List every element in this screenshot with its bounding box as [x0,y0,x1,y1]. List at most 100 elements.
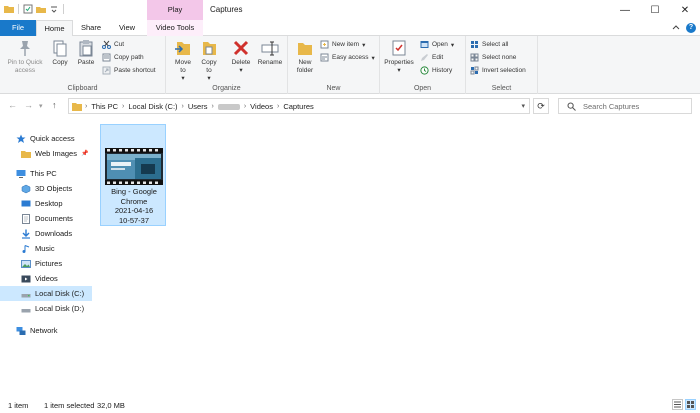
customize-qat-icon[interactable] [49,4,59,14]
new-folder-icon[interactable] [36,4,46,14]
tab-file[interactable]: File [0,20,36,36]
tab-home[interactable]: Home [36,20,73,37]
history-label: History [432,67,453,74]
back-arrow-icon[interactable]: ← [8,100,17,110]
sidebar-item-network[interactable]: Network [0,323,92,338]
sidebar-item-quick-access[interactable]: Quick access [0,131,92,146]
help-icon[interactable]: ? [686,23,696,33]
sidebar-item-label: 3D Objects [35,184,73,193]
paste-button[interactable]: Paste [74,39,98,67]
sidebar-item-label: Videos [35,274,58,283]
copy-to-button[interactable]: Copy to ▾ [198,39,220,83]
cut-button[interactable]: Cut [102,40,124,49]
easy-access-button[interactable]: Easy access ▾ [320,53,375,62]
address-bar[interactable]: › This PC › Local Disk (C:) › Users › › … [68,98,530,114]
forward-arrow-icon[interactable]: → [24,100,33,110]
paste-icon [79,40,93,57]
up-arrow-icon[interactable]: ↑ [52,100,57,110]
window-title: Captures [210,5,243,14]
tab-video-tools[interactable]: Video Tools [147,20,203,36]
select-all-button[interactable]: Select all [470,40,508,49]
breadcrumb-videos[interactable]: Videos [250,102,273,111]
new-item-icon [320,40,329,49]
history-button[interactable]: History [420,66,452,75]
sidebar-item-music[interactable]: Music [0,241,92,256]
sidebar-item-local-disk-d[interactable]: Local Disk (D:) [0,301,92,316]
cube-icon [21,184,31,193]
new-item-button[interactable]: New item ▾ [320,40,365,49]
drive-icon [21,308,31,312]
paste-shortcut-label: Paste shortcut [114,67,156,74]
maximize-button[interactable]: ☐ [640,0,670,20]
quick-access-toolbar [4,4,65,14]
copy-button[interactable]: Copy [49,39,71,67]
selection-count: 1 item selected [44,401,95,410]
divider [18,4,19,14]
minimize-button[interactable]: — [610,0,640,20]
invert-selection-label: Invert selection [482,67,526,74]
divider [63,4,64,14]
large-icons-view-button[interactable] [685,399,696,410]
properties-button[interactable]: Properties ▾ [384,39,414,75]
breadcrumb-separator-icon: › [276,103,280,110]
breadcrumb-captures[interactable]: Captures [283,102,313,111]
refresh-button[interactable]: ⟳ [533,98,549,114]
invert-selection-button[interactable]: Invert selection [470,66,526,75]
move-to-button[interactable]: Move to ▾ [172,39,194,83]
sidebar-item-label: Quick access [30,134,75,143]
delete-button[interactable]: Delete ▾ [229,39,253,75]
download-icon [22,229,30,239]
sidebar-item-label: Network [30,326,58,335]
breadcrumb-local-disk-c[interactable]: Local Disk (C:) [128,102,177,111]
chevron-down-icon: ▾ [450,41,455,49]
documents-icon [22,213,30,224]
network-icon [16,326,26,335]
tab-share[interactable]: Share [74,20,108,36]
drive-icon [21,293,31,297]
breadcrumb-users[interactable]: Users [188,102,208,111]
breadcrumb-redacted-username[interactable] [217,103,240,110]
recent-locations-chevron-icon[interactable]: ▾ [39,102,43,110]
sidebar-item-web-images[interactable]: Web Images 📌 [0,146,92,161]
file-name-line: Chrome [120,196,148,206]
properties-icon [392,40,406,56]
sidebar-item-videos[interactable]: Videos [0,271,92,286]
paste-shortcut-button[interactable]: Paste shortcut [102,66,156,75]
copy-path-button[interactable]: Copy path [102,53,144,62]
edit-button[interactable]: Edit [420,53,443,62]
address-dropdown-chevron-icon[interactable]: ▾ [521,102,525,110]
video-thumbnail [105,148,163,185]
select-all-icon [471,41,478,48]
new-folder-button[interactable]: New folder [292,39,318,75]
pin-quick-access-button[interactable]: Pin to Quick access [3,39,47,75]
selection-size: 32,0 MB [97,401,125,410]
select-none-button[interactable]: Select none [470,53,516,62]
sidebar-item-3d-objects[interactable]: 3D Objects [0,181,92,196]
copy-icon [53,40,67,57]
ribbon-controls: ? [672,20,696,36]
sidebar-item-label: Local Disk (D:) [35,304,85,313]
open-button[interactable]: Open ▾ [420,40,454,49]
star-icon [16,134,26,143]
collapse-ribbon-icon[interactable] [672,24,680,32]
music-icon [22,244,30,253]
file-name-line: Bing - Google [111,187,157,196]
sidebar-item-documents[interactable]: Documents [0,211,92,226]
search-box[interactable]: Search Captures [558,98,692,114]
close-button[interactable]: ✕ [670,0,700,20]
ribbon: Pin to Quick access Copy Paste Cut Copy … [0,36,700,94]
sidebar-item-this-pc[interactable]: This PC [0,166,92,181]
rename-button[interactable]: Rename [256,39,284,67]
tab-view[interactable]: View [108,20,146,36]
context-tab-group-label: Play [147,0,203,20]
chevron-down-icon: ▾ [362,41,366,49]
breadcrumb-separator-icon: › [243,103,247,110]
sidebar-item-local-disk-c[interactable]: Local Disk (C:) [0,286,92,301]
sidebar-item-pictures[interactable]: Pictures [0,256,92,271]
breadcrumb-this-pc[interactable]: This PC [91,102,118,111]
details-view-button[interactable] [672,399,683,410]
sidebar-item-downloads[interactable]: Downloads [0,226,92,241]
sidebar-item-desktop[interactable]: Desktop [0,196,92,211]
file-item[interactable]: Bing - Google Chrome 2021-04-16 10-57-37 [100,124,166,226]
properties-icon[interactable] [23,4,33,14]
